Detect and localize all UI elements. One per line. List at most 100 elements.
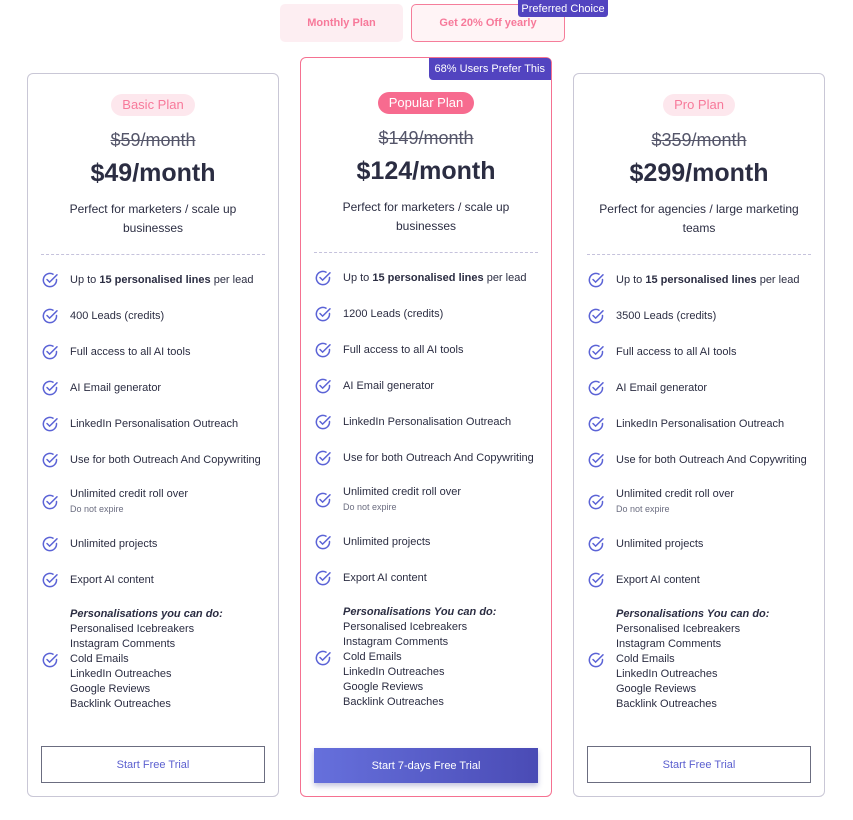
check-icon bbox=[41, 571, 59, 589]
feature-item: Up to 15 personalised lines per lead bbox=[41, 262, 265, 298]
feature-item: AI Email generator bbox=[314, 368, 538, 404]
feature-text: Full access to all AI tools bbox=[343, 343, 463, 358]
personalisation-item: Cold Emails bbox=[343, 651, 402, 663]
check-icon bbox=[587, 343, 605, 361]
text: Up to bbox=[70, 273, 100, 286]
monthly-plan-toggle[interactable]: Monthly Plan bbox=[280, 4, 403, 42]
plan-badge: Basic Plan bbox=[111, 94, 195, 116]
feature-text: Use for both Outreach And Copywriting bbox=[343, 451, 534, 466]
feature-item: Unlimited projects bbox=[314, 524, 538, 560]
feature-text: Personalisations You can do: Personalised… bbox=[343, 605, 496, 710]
plan-card-basic: Basic Plan $59/month $49/month Perfect for … bbox=[27, 73, 279, 797]
feature-item: Unlimited credit roll over Do not expire bbox=[41, 478, 265, 526]
check-icon bbox=[314, 569, 332, 587]
check-icon bbox=[314, 305, 332, 323]
feature-text: Use for both Outreach And Copywriting bbox=[616, 453, 807, 468]
start-trial-button[interactable]: Start Free Trial bbox=[587, 746, 811, 783]
start-trial-button[interactable]: Start Free Trial bbox=[41, 746, 265, 783]
check-icon bbox=[41, 493, 59, 511]
feature-text: AI Email generator bbox=[70, 381, 161, 396]
bold-text: 15 personalised lines bbox=[99, 273, 211, 286]
text: AI Email generator bbox=[616, 381, 708, 394]
check-icon bbox=[587, 307, 605, 325]
feature-item: Use for both Outreach And Copywriting bbox=[41, 442, 265, 478]
text: per lead bbox=[483, 271, 527, 284]
check-icon bbox=[41, 379, 59, 397]
price: $299/month bbox=[629, 159, 769, 187]
feature-text: Full access to all AI tools bbox=[70, 345, 190, 360]
text: per lead bbox=[756, 273, 800, 286]
check-icon bbox=[587, 415, 605, 433]
personalisation-item: LinkedIn Outreaches bbox=[343, 666, 445, 678]
text: LinkedIn Personalisation Outreach bbox=[70, 417, 239, 430]
feature-item: LinkedIn Personalisation Outreach bbox=[314, 404, 538, 440]
feature-text: AI Email generator bbox=[616, 381, 707, 396]
price: $49/month bbox=[90, 159, 216, 187]
check-icon bbox=[314, 413, 332, 431]
text: Unlimited projects bbox=[616, 537, 704, 550]
personalisations-title: Personalisations You can do: bbox=[616, 608, 770, 620]
personalisation-item: Backlink Outreaches bbox=[616, 698, 717, 710]
text: Export AI content bbox=[343, 571, 427, 584]
feature-text: Up to 15 personalised lines per lead bbox=[70, 273, 253, 288]
text: Unlimited projects bbox=[70, 537, 158, 550]
feature-text: LinkedIn Personalisation Outreach bbox=[616, 417, 784, 432]
plan-badge: Pro Plan bbox=[663, 94, 735, 116]
plan-card-pro: Pro Plan $359/month $299/month Perfect for … bbox=[573, 73, 825, 797]
feature-item: 400 Leads (credits) bbox=[41, 298, 265, 334]
preferred-choice-badge: Preferred Choice bbox=[518, 0, 608, 17]
feature-item: Up to 15 personalised lines per lead bbox=[587, 262, 811, 298]
text: Use for both Outreach And Copywriting bbox=[70, 453, 261, 466]
text: Unlimited credit roll over bbox=[616, 488, 734, 500]
text: Full access to all AI tools bbox=[343, 343, 464, 356]
personalisation-item: LinkedIn Outreaches bbox=[616, 668, 718, 680]
feature-item: 1200 Leads (credits) bbox=[314, 296, 538, 332]
feature-text: 3500 Leads (credits) bbox=[616, 309, 716, 324]
text: Unlimited credit roll over bbox=[70, 488, 188, 500]
divider bbox=[314, 252, 538, 253]
personalisation-item: Backlink Outreaches bbox=[70, 698, 171, 710]
feature-list: Up to 15 personalised lines per lead 400 … bbox=[41, 262, 265, 721]
text: Up to bbox=[616, 273, 646, 286]
feature-text: Unlimited credit roll over Do not expire bbox=[616, 487, 734, 517]
personalisation-item: Personalised Icebreakers bbox=[70, 623, 195, 635]
personalisation-item: Cold Emails bbox=[616, 653, 675, 665]
personalisation-item: Cold Emails bbox=[70, 653, 129, 665]
feature-item: Full access to all AI tools bbox=[314, 332, 538, 368]
plan-badge: Popular Plan bbox=[377, 92, 475, 114]
check-icon bbox=[314, 341, 332, 359]
old-price: $149/month bbox=[378, 128, 474, 148]
check-icon bbox=[314, 491, 332, 509]
feature-item: Personalisations you can do: Personalised… bbox=[41, 598, 265, 721]
old-price: $59/month bbox=[110, 130, 196, 150]
personalisations-title: Personalisations You can do: bbox=[343, 606, 497, 618]
plan-description: Perfect for agencies / large marketing t… bbox=[599, 202, 799, 235]
personalisation-item: Instagram Comments bbox=[616, 638, 722, 650]
feature-text: Unlimited credit roll over Do not expire bbox=[343, 485, 461, 515]
feature-text: Personalisations You can do: Personalised… bbox=[616, 607, 769, 712]
feature-text: 1200 Leads (credits) bbox=[343, 307, 443, 322]
feature-text: Export AI content bbox=[343, 571, 427, 586]
feature-text: Unlimited projects bbox=[616, 537, 703, 552]
text: Unlimited projects bbox=[343, 535, 431, 548]
feature-text: Unlimited projects bbox=[343, 535, 430, 550]
check-icon bbox=[41, 307, 59, 325]
personalisation-item: Personalised Icebreakers bbox=[343, 621, 468, 633]
personalisation-item: Instagram Comments bbox=[70, 638, 176, 650]
start-trial-button[interactable]: Start 7-days Free Trial bbox=[314, 748, 538, 783]
feature-item: Unlimited credit roll over Do not expire bbox=[587, 478, 811, 526]
feature-list: Up to 15 personalised lines per lead 1200… bbox=[314, 260, 538, 719]
check-icon bbox=[587, 535, 605, 553]
check-icon bbox=[41, 451, 59, 469]
personalisation-item: Backlink Outreaches bbox=[343, 696, 444, 708]
feature-text: Use for both Outreach And Copywriting bbox=[70, 453, 261, 468]
bold-text: 15 personalised lines bbox=[645, 273, 757, 286]
personalisation-item: Google Reviews bbox=[343, 681, 424, 693]
check-icon bbox=[587, 493, 605, 511]
rollover-note: Do not expire bbox=[616, 504, 670, 514]
personalisation-item: LinkedIn Outreaches bbox=[70, 668, 172, 680]
check-icon bbox=[41, 535, 59, 553]
feature-text: Export AI content bbox=[616, 573, 700, 588]
feature-text: AI Email generator bbox=[343, 379, 434, 394]
plan-description: Perfect for marketers / scale up busines… bbox=[69, 202, 237, 235]
